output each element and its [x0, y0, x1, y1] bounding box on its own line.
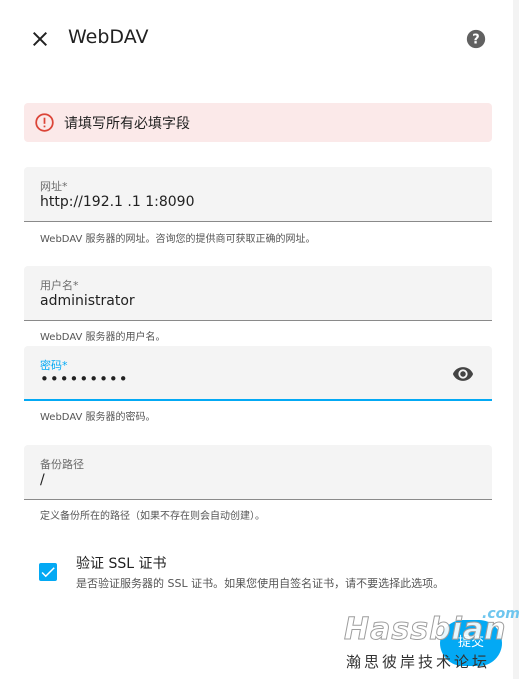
backup-path-helper-text: 定义备份所在的路径（如果不存在则会自动创建）。: [40, 511, 265, 522]
username-label: 用户名*: [40, 279, 79, 292]
error-alert: 请填写所有必填字段: [24, 103, 492, 142]
username-value[interactable]: administrator: [40, 293, 135, 309]
verify-ssl-description: 是否验证服务器的 SSL 证书。如果您使用自签名证书，请不要选择此选项。: [76, 577, 445, 590]
url-helper-text: WebDAV 服务器的网址。咨询您的提供商可获取正确的网址。: [40, 234, 316, 245]
dialog-title: WebDAV: [68, 26, 149, 48]
password-value[interactable]: •••••••••: [40, 370, 129, 388]
username-field[interactable]: 用户名* administrator: [24, 266, 492, 321]
password-field[interactable]: 密码* •••••••••: [24, 346, 492, 401]
alert-message: 请填写所有必填字段: [64, 116, 190, 132]
webdav-dialog: WebDAV ? 请填写所有必填字段 网址* http://192.1 .1 1…: [0, 0, 519, 679]
username-helper-text: WebDAV 服务器的用户名。: [40, 332, 166, 343]
svg-text:?: ?: [472, 33, 479, 48]
checkmark-icon: [41, 567, 55, 578]
backup-path-value[interactable]: /: [40, 472, 45, 488]
close-icon[interactable]: [28, 27, 52, 51]
help-icon[interactable]: ?: [465, 28, 487, 50]
show-password-icon[interactable]: [452, 363, 474, 385]
backup-path-label: 备份路径: [40, 458, 84, 471]
backup-path-field[interactable]: 备份路径 /: [24, 445, 492, 500]
url-field[interactable]: 网址* http://192.1 .1 1:8090: [24, 167, 492, 222]
password-helper-text: WebDAV 服务器的密码。: [40, 412, 156, 423]
background-page-edge: [513, 0, 519, 679]
url-label: 网址*: [40, 180, 68, 193]
submit-button[interactable]: 提交: [440, 620, 502, 666]
verify-ssl-label: 验证 SSL 证书: [76, 556, 167, 572]
verify-ssl-checkbox[interactable]: [39, 563, 57, 581]
error-icon: [35, 113, 54, 132]
url-value[interactable]: http://192.1 .1 1:8090: [40, 194, 194, 210]
